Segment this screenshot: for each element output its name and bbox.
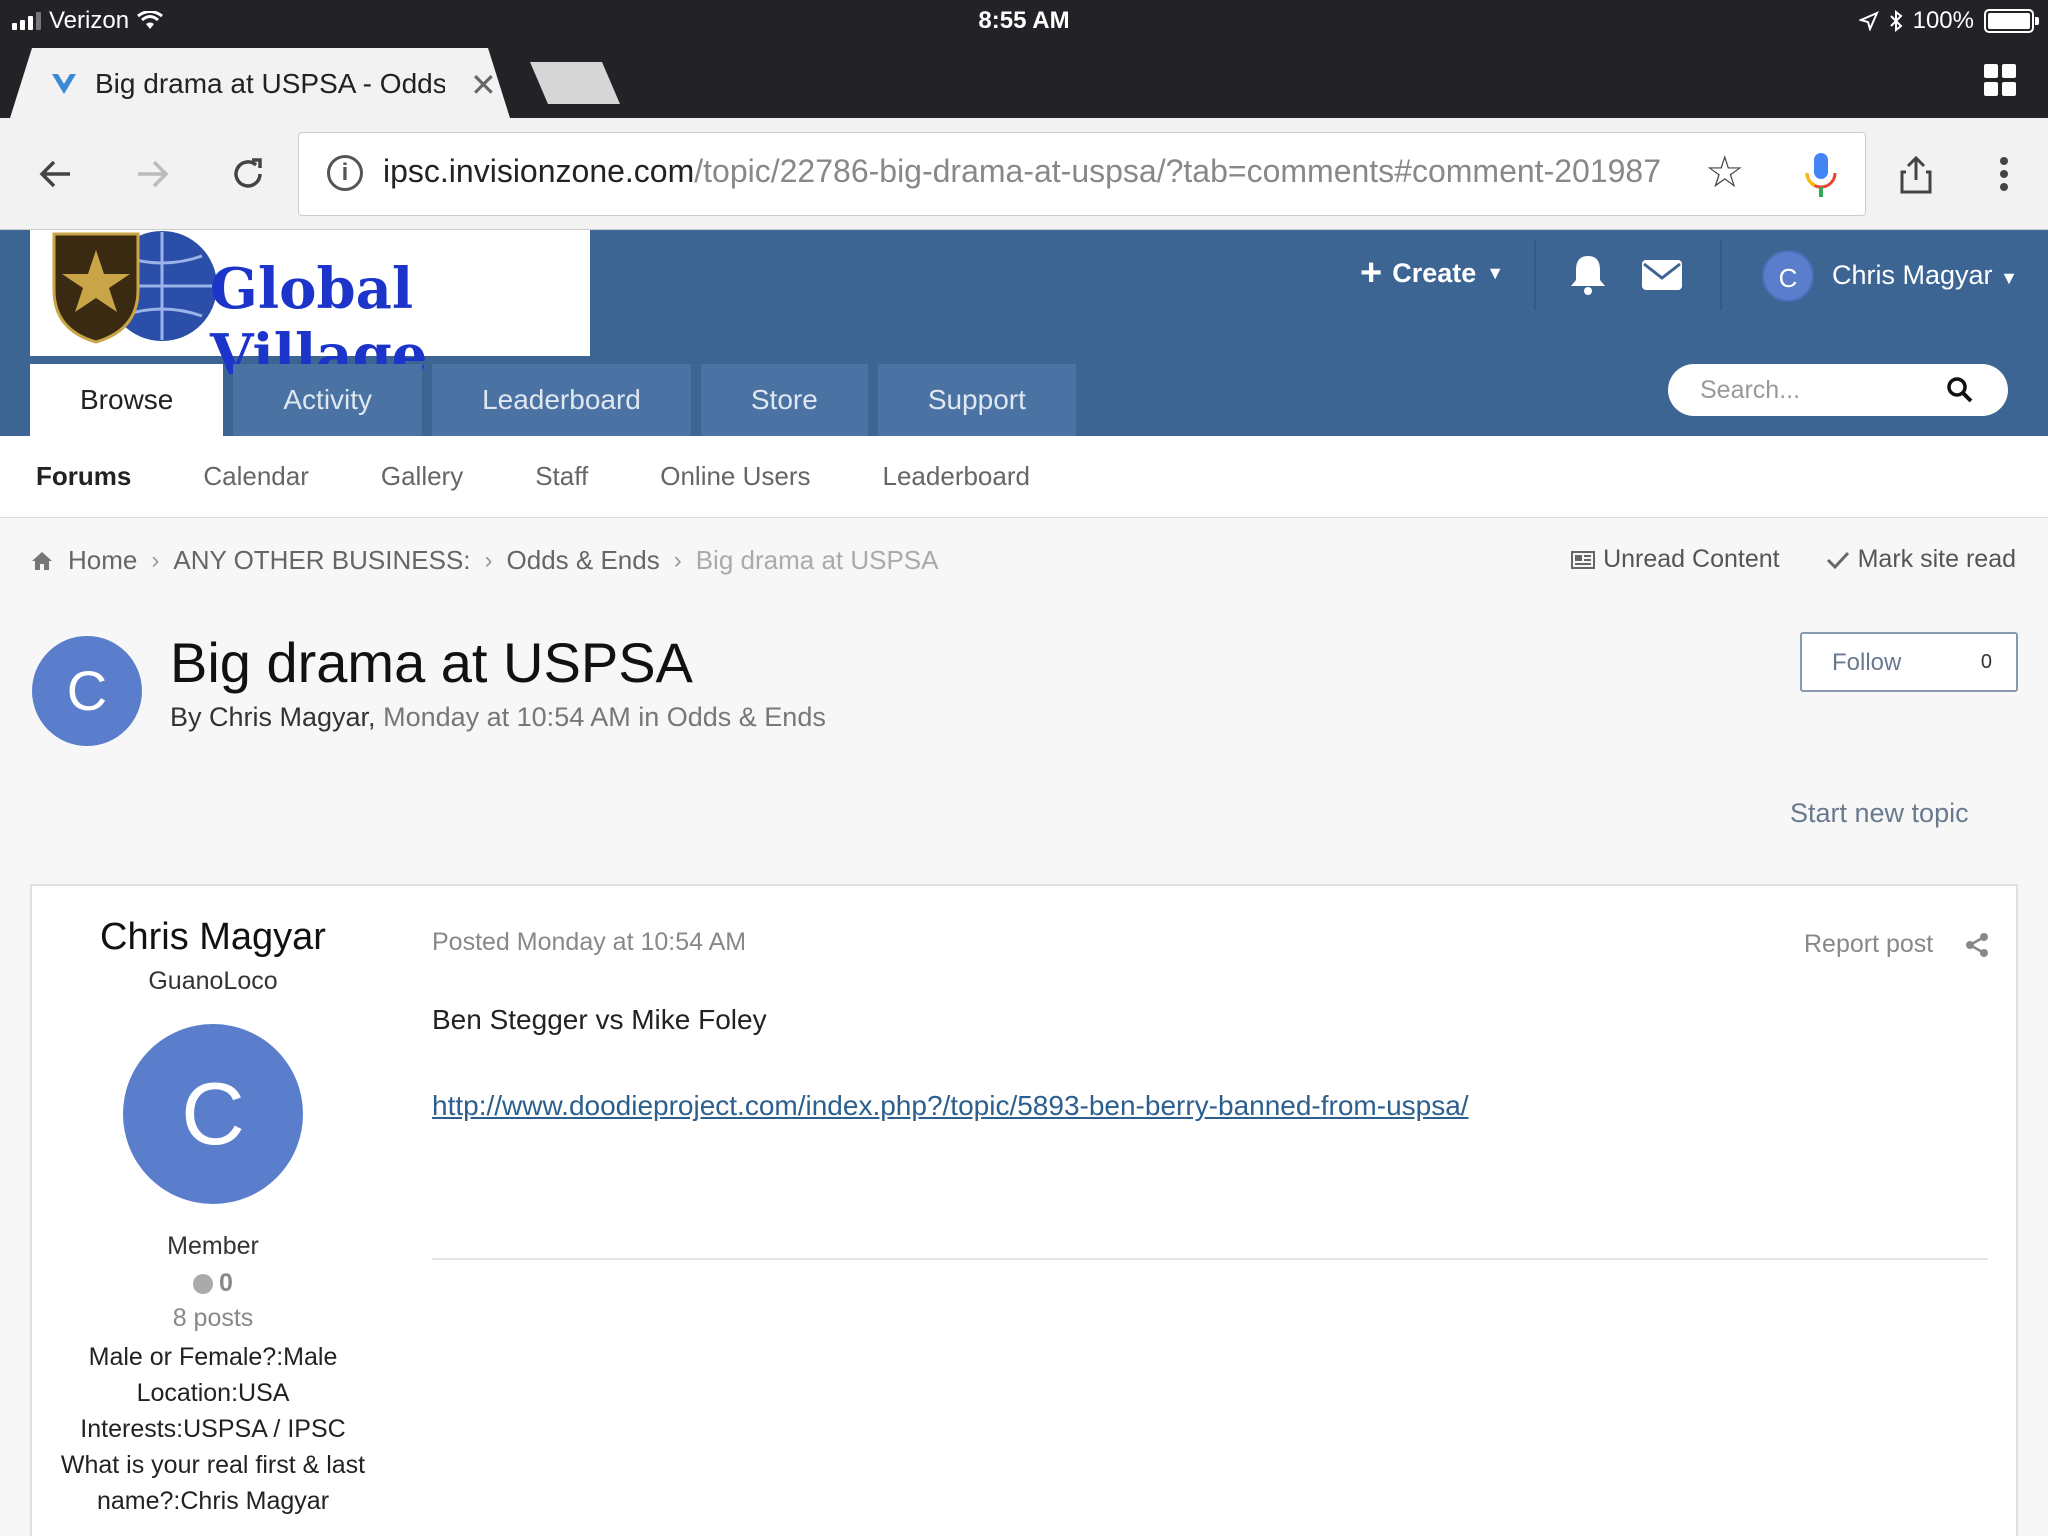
reputation-dot-icon — [193, 1273, 214, 1294]
close-tab-icon[interactable]: ✕ — [470, 66, 497, 104]
tab-title: Big drama at USPSA - Odds & Ends — [95, 68, 445, 99]
bell-notifications-icon[interactable] — [1566, 252, 1610, 296]
url-host: ipsc.invisionzone.com — [383, 153, 695, 189]
post-card: Chris Magyar GuanoLoco C Member 0 8 post… — [30, 884, 2018, 1536]
nav-tab-support[interactable]: Support — [877, 364, 1076, 436]
envelope-messages-icon[interactable] — [1640, 252, 1684, 296]
share-post-icon[interactable] — [1964, 932, 1990, 958]
tab-switcher-icon[interactable] — [1984, 64, 2016, 96]
nav-tab-activity[interactable]: Activity — [233, 364, 423, 436]
unread-content-link[interactable]: Unread Content — [1571, 545, 1780, 574]
follow-count: 0 — [1980, 651, 1992, 673]
topic-meta: Monday at 10:54 AM in Odds & Ends — [383, 702, 826, 732]
caret-down-icon: ▼ — [1486, 263, 1505, 283]
status-bar: Verizon 8:55 AM 100% — [0, 0, 2048, 42]
more-menu-icon[interactable] — [1976, 146, 2032, 202]
voice-search-mic-icon[interactable] — [1799, 151, 1843, 199]
follow-button[interactable]: Follow 0 — [1800, 632, 2018, 692]
post-author-name[interactable]: Chris Magyar — [56, 916, 370, 959]
page-title: Big drama at USPSA — [170, 631, 693, 694]
new-tab-button[interactable] — [530, 62, 620, 104]
invision-favicon-icon — [52, 74, 76, 94]
topic-byline: By Chris Magyar, Monday at 10:54 AM in O… — [170, 702, 826, 733]
site-info-icon[interactable]: i — [327, 155, 363, 191]
create-button[interactable]: + Create ▼ — [1360, 252, 1504, 295]
user-menu[interactable]: Chris Magyar ▼ — [1832, 260, 2018, 291]
main-nav: Browse Activity Leaderboard Store Suppor… — [30, 364, 1076, 436]
battery-icon — [1984, 9, 2039, 33]
site-logo[interactable]: Global Village — [30, 230, 590, 388]
profile-field: Male or Female?:Male — [88, 1343, 338, 1371]
caret-down-icon: ▼ — [2000, 268, 2018, 288]
subnav-staff[interactable]: Staff — [535, 461, 588, 492]
home-icon — [32, 551, 52, 570]
mark-site-read-link[interactable]: Mark site read — [1826, 545, 2016, 574]
topic-author-link[interactable]: By Chris Magyar, — [170, 702, 376, 732]
header-divider — [1534, 240, 1536, 310]
location-icon — [1858, 11, 1879, 31]
subnav-gallery[interactable]: Gallery — [381, 461, 463, 492]
tab-strip: Big drama at USPSA - Odds & Ends ✕ — [0, 42, 2048, 118]
subnav-leaderboard[interactable]: Leaderboard — [883, 461, 1030, 492]
post-author-title: GuanoLoco — [148, 967, 278, 995]
nav-tab-browse[interactable]: Browse — [30, 364, 224, 436]
search-icon[interactable] — [1946, 376, 1974, 404]
sub-nav: Forums Calendar Gallery Staff Online Use… — [0, 436, 2048, 518]
subnav-online-users[interactable]: Online Users — [660, 461, 810, 492]
browser-toolbar: i ipsc.invisionzone.com/topic/22786-big-… — [0, 118, 2048, 230]
post-author-avatar[interactable]: C — [123, 1024, 303, 1204]
post-body-link[interactable]: http://www.doodieproject.com/index.php?/… — [432, 1090, 1469, 1122]
subnav-forums[interactable]: Forums — [36, 461, 131, 492]
battery-percent: 100% — [1912, 7, 1974, 34]
post-author-role: Member — [167, 1232, 259, 1260]
chevron-right-icon: › — [673, 546, 682, 574]
clock: 8:55 AM — [978, 7, 1070, 34]
follow-label: Follow — [1832, 649, 1902, 676]
newspaper-icon — [1571, 550, 1596, 569]
breadcrumb-home[interactable]: Home — [68, 545, 137, 576]
reputation-badge: 0 — [56, 1269, 370, 1298]
search-input[interactable] — [1700, 374, 1940, 406]
bookmark-star-icon[interactable]: ☆ — [1705, 147, 1744, 198]
post-date: Posted Monday at 10:54 AM — [432, 928, 747, 956]
report-post-link[interactable]: Report post — [1804, 930, 1933, 959]
header-divider — [1720, 240, 1722, 310]
post-count: 8 posts — [172, 1304, 254, 1332]
nav-tab-leaderboard[interactable]: Leaderboard — [432, 364, 691, 436]
profile-field: What is your real first & last name?:Chr… — [60, 1451, 366, 1515]
breadcrumb-any-other-business[interactable]: ANY OTHER BUSINESS: — [173, 545, 470, 576]
forward-arrow-icon[interactable] — [124, 146, 180, 202]
profile-field: Interests:USPSA / IPSC — [80, 1415, 346, 1443]
user-avatar[interactable]: C — [1762, 250, 1814, 302]
user-name: Chris Magyar — [1832, 260, 1993, 290]
post-body-text: Ben Stegger vs Mike Foley — [432, 1004, 767, 1035]
start-new-topic-button[interactable]: Start new topic — [1790, 798, 1969, 829]
breadcrumb: Home › ANY OTHER BUSINESS: › Odds & Ends… — [30, 545, 939, 576]
bluetooth-icon — [1889, 10, 1903, 32]
subnav-calendar[interactable]: Calendar — [203, 461, 309, 492]
back-arrow-icon[interactable] — [28, 146, 84, 202]
checkmark-icon — [1826, 551, 1849, 569]
url-path: /topic/22786-big-drama-at-uspsa/?tab=com… — [694, 153, 1661, 189]
create-label: Create — [1392, 258, 1477, 288]
globe-badge-icon — [52, 231, 217, 344]
breadcrumb-current: Big drama at USPSA — [695, 545, 939, 575]
browser-tab-active[interactable]: Big drama at USPSA - Odds & Ends ✕ — [10, 48, 510, 118]
site-header: Global Village + Create ▼ C Chris Magyar… — [0, 230, 2048, 436]
plus-icon: + — [1360, 252, 1383, 294]
chevron-right-icon: › — [151, 546, 160, 574]
profile-field: Location:USA — [136, 1379, 290, 1407]
post-author-panel: Chris Magyar GuanoLoco C Member 0 8 post… — [56, 886, 370, 1519]
post-divider — [432, 1258, 1988, 1260]
nav-tab-store[interactable]: Store — [700, 364, 868, 436]
reputation-count: 0 — [219, 1269, 233, 1297]
chevron-right-icon: › — [484, 546, 493, 574]
reload-icon[interactable] — [220, 146, 276, 202]
breadcrumb-odds-ends[interactable]: Odds & Ends — [507, 545, 660, 576]
address-bar[interactable]: i ipsc.invisionzone.com/topic/22786-big-… — [298, 132, 1866, 216]
topic-author-avatar[interactable]: C — [32, 636, 142, 746]
share-icon[interactable] — [1888, 146, 1944, 202]
site-search — [1668, 364, 2008, 416]
